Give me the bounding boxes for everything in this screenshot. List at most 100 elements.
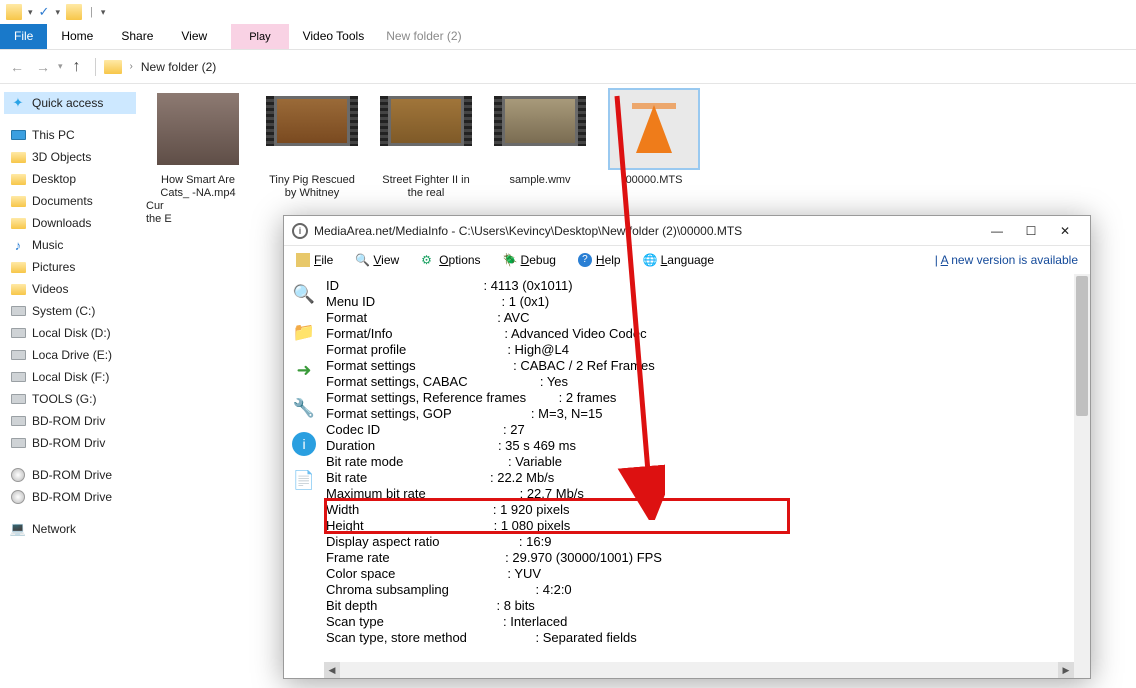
tab-view[interactable]: View bbox=[167, 24, 221, 49]
menu-debug[interactable]: 🪲Debug bbox=[503, 253, 556, 267]
sidebar-item[interactable]: TOOLS (G:) bbox=[4, 388, 136, 410]
info-row: Format settings, Reference frames : 2 fr… bbox=[326, 390, 1088, 406]
breadcrumb-current[interactable]: New folder (2) bbox=[141, 60, 216, 74]
menubar: File 🔍View ⚙Options 🪲Debug ?Help 🌐Langua… bbox=[284, 246, 1090, 274]
sidebar-item[interactable]: ♪Music bbox=[4, 234, 136, 256]
quick-access-toolbar: ▾ ✓ ▾ | ▾ bbox=[0, 0, 1136, 24]
window-title: MediaArea.net/MediaInfo - C:\Users\Kevin… bbox=[314, 224, 980, 238]
sidebar-folder-icon[interactable]: 📁 bbox=[290, 318, 318, 346]
sidebar-item[interactable]: Downloads bbox=[4, 212, 136, 234]
minimize-button[interactable]: — bbox=[980, 219, 1014, 243]
sidebar-settings-icon[interactable]: 🔧 bbox=[290, 394, 318, 422]
info-row: Chroma subsampling : 4:2:0 bbox=[326, 582, 1088, 598]
menu-view[interactable]: 🔍View bbox=[355, 253, 399, 267]
file-name: sample.wmv bbox=[490, 174, 590, 187]
info-row: Bit rate mode : Variable bbox=[326, 454, 1088, 470]
menu-options[interactable]: ⚙Options bbox=[421, 253, 480, 267]
sidebar-item[interactable]: Local Disk (F:) bbox=[4, 366, 136, 388]
file-item[interactable]: How Smart Are Cats_ -NA.mp4 Cur the E bbox=[148, 90, 248, 226]
file-item[interactable]: Tiny Pig Rescued by Whitney bbox=[262, 90, 362, 200]
tab-video-tools[interactable]: Video Tools bbox=[289, 24, 379, 49]
sidebar-export-icon[interactable]: ➜ bbox=[290, 356, 318, 384]
scrollbar-horizontal[interactable]: ◀ ▶ bbox=[324, 662, 1074, 678]
menu-language[interactable]: 🌐Language bbox=[643, 253, 714, 267]
file-item-selected[interactable]: 00000.MTS bbox=[604, 90, 704, 187]
sidebar-this-pc[interactable]: This PC bbox=[4, 124, 136, 146]
menu-file[interactable]: File bbox=[296, 253, 333, 267]
info-row: Format : AVC bbox=[326, 310, 1088, 326]
sidebar-info-icon[interactable]: i bbox=[292, 432, 316, 456]
star-icon: ✦ bbox=[10, 95, 26, 111]
titlebar[interactable]: i MediaArea.net/MediaInfo - C:\Users\Kev… bbox=[284, 216, 1090, 246]
tab-file[interactable]: File bbox=[0, 24, 47, 49]
new-version-link[interactable]: A new version is available bbox=[935, 253, 1078, 267]
sidebar-item[interactable]: BD-ROM Driv bbox=[4, 410, 136, 432]
qat-dropdown[interactable]: ▾ bbox=[28, 7, 33, 18]
sidebar-quick-access[interactable]: ✦ Quick access bbox=[4, 92, 136, 114]
menu-help[interactable]: ?Help bbox=[578, 253, 621, 267]
info-row: Color space : YUV bbox=[326, 566, 1088, 582]
scroll-right-button[interactable]: ▶ bbox=[1058, 662, 1074, 678]
sidebar-item[interactable]: Local Disk (D:) bbox=[4, 322, 136, 344]
qat-dropdown-3[interactable]: ▾ bbox=[101, 7, 106, 18]
sidebar-item[interactable]: BD-ROM Drive bbox=[4, 464, 136, 486]
forward-button[interactable]: → bbox=[32, 55, 54, 79]
mediainfo-window: i MediaArea.net/MediaInfo - C:\Users\Kev… bbox=[283, 215, 1091, 679]
folder-icon[interactable] bbox=[66, 4, 82, 20]
mediainfo-sidebar: 🔍 📁 ➜ 🔧 i 📄 bbox=[284, 274, 324, 678]
disc-icon bbox=[10, 467, 26, 483]
close-button[interactable]: ✕ bbox=[1048, 219, 1082, 243]
address-bar: ← → ▾ ↑ › New folder (2) bbox=[0, 50, 1136, 84]
history-dropdown[interactable]: ▾ bbox=[58, 61, 63, 72]
sidebar-item[interactable]: System (C:) bbox=[4, 300, 136, 322]
maximize-button[interactable]: ☐ bbox=[1014, 219, 1048, 243]
sidebar-network[interactable]: 💻 Network bbox=[4, 518, 136, 540]
sidebar-item-label: Local Disk (F:) bbox=[32, 370, 109, 384]
music-icon: ♪ bbox=[10, 237, 26, 253]
back-button[interactable]: ← bbox=[6, 55, 28, 79]
sidebar-item[interactable]: Videos bbox=[4, 278, 136, 300]
sidebar-item[interactable]: Desktop bbox=[4, 168, 136, 190]
sidebar-item-label: TOOLS (G:) bbox=[32, 392, 96, 406]
file-item[interactable]: Street Fighter II in the real bbox=[376, 90, 476, 200]
sidebar-item-label: Local Disk (D:) bbox=[32, 326, 111, 340]
sidebar-item[interactable]: 3D Objects bbox=[4, 146, 136, 168]
tab-share[interactable]: Share bbox=[107, 24, 167, 49]
scrollbar-vertical[interactable] bbox=[1074, 274, 1090, 678]
info-row: Format/Info : Advanced Video Codec bbox=[326, 326, 1088, 342]
contextual-tab-play[interactable]: Play bbox=[249, 31, 270, 43]
qat-dropdown-2[interactable]: ▾ bbox=[55, 7, 60, 18]
sidebar-item-label: Downloads bbox=[32, 216, 91, 230]
check-icon[interactable]: ✓ bbox=[39, 4, 50, 20]
sidebar-search-icon[interactable]: 🔍 bbox=[290, 280, 318, 308]
breadcrumb-chevron[interactable]: › bbox=[130, 61, 133, 72]
sidebar-item[interactable]: BD-ROM Drive bbox=[4, 486, 136, 508]
sidebar-item-label: Network bbox=[32, 522, 76, 536]
sidebar-item[interactable]: Loca Drive (E:) bbox=[4, 344, 136, 366]
disc-icon bbox=[10, 489, 26, 505]
tab-home[interactable]: Home bbox=[47, 24, 107, 49]
sidebar-item-label: Loca Drive (E:) bbox=[32, 348, 112, 362]
sidebar-report-icon[interactable]: 📄 bbox=[290, 466, 318, 494]
sidebar-item[interactable]: Documents bbox=[4, 190, 136, 212]
drive-icon bbox=[10, 435, 26, 451]
mediainfo-text-pane[interactable]: ID : 4113 (0x1011)Menu ID : 1 (0x1)Forma… bbox=[324, 274, 1090, 678]
file-name: Street Fighter II in the real bbox=[376, 174, 476, 200]
app-icon: i bbox=[292, 223, 308, 239]
folder-icon bbox=[10, 171, 26, 187]
network-icon: 💻 bbox=[10, 521, 26, 537]
breadcrumb-folder-icon[interactable] bbox=[104, 60, 122, 74]
file-item[interactable]: sample.wmv bbox=[490, 90, 590, 187]
folder-icon bbox=[10, 215, 26, 231]
vlc-cone-icon bbox=[636, 105, 672, 153]
info-row: Format settings, GOP : M=3, N=15 bbox=[326, 406, 1088, 422]
scrollbar-thumb[interactable] bbox=[1076, 276, 1088, 416]
sidebar-item[interactable]: Pictures bbox=[4, 256, 136, 278]
sidebar-item-label: 3D Objects bbox=[32, 150, 91, 164]
up-button[interactable]: ↑ bbox=[67, 58, 87, 76]
scroll-left-button[interactable]: ◀ bbox=[324, 662, 340, 678]
sidebar-item[interactable]: BD-ROM Driv bbox=[4, 432, 136, 454]
folder-icon bbox=[10, 193, 26, 209]
file-name: 00000.MTS bbox=[604, 174, 704, 187]
drive-icon bbox=[10, 325, 26, 341]
